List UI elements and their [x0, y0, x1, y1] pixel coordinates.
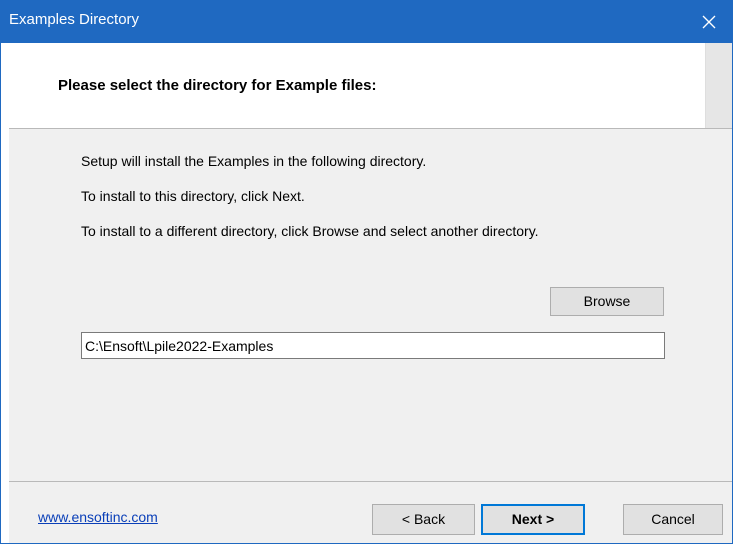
instruction-line-3: To install to a different directory, cli…: [81, 223, 539, 239]
window-title: Examples Directory: [9, 11, 140, 28]
directory-path-input[interactable]: [81, 332, 665, 359]
instruction-line-2: To install to this directory, click Next…: [81, 188, 305, 204]
dialog-header: Please select the directory for Example …: [9, 43, 732, 128]
instruction-line-1: Setup will install the Examples in the f…: [81, 153, 427, 169]
website-link[interactable]: www.ensoftinc.com: [38, 509, 158, 525]
title-bar[interactable]: Examples Directory: [1, 1, 732, 43]
next-button[interactable]: Next >: [481, 504, 585, 535]
left-edge-strip: [1, 43, 9, 543]
close-button[interactable]: [688, 1, 732, 43]
cancel-button[interactable]: Cancel: [623, 504, 723, 535]
installer-dialog: Examples Directory Please select the dir…: [0, 0, 733, 544]
browse-button[interactable]: Browse: [550, 287, 664, 316]
close-icon: [702, 15, 716, 29]
header-scrollbar[interactable]: [705, 43, 732, 128]
back-button[interactable]: < Back: [372, 504, 475, 535]
header-divider: [9, 128, 732, 129]
header-title: Please select the directory for Example …: [58, 77, 377, 94]
footer-divider: [9, 481, 732, 482]
